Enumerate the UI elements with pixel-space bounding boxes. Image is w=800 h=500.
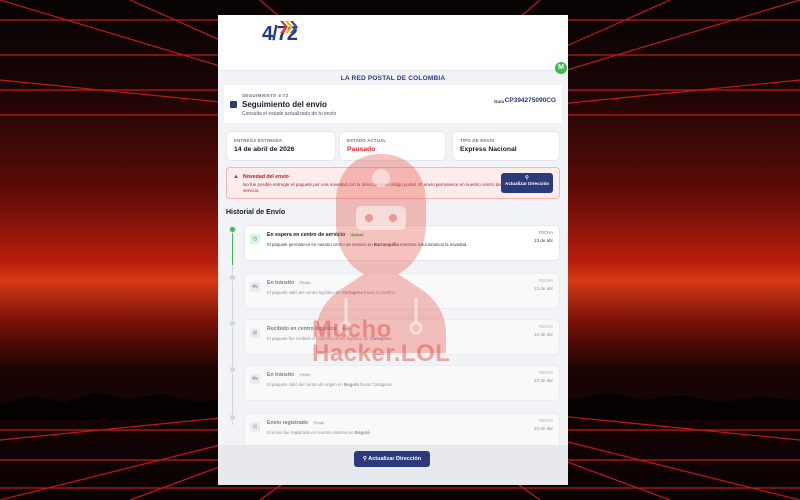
event-description: El paquete permanece en nuestro centro d… <box>267 242 467 247</box>
stat-label: ESTADO ACTUAL <box>347 138 387 143</box>
watermark-text: Mucho Hacker.LOL <box>312 318 450 366</box>
event-description: El paquete salió del centro de origen en… <box>267 382 393 387</box>
watermark-line: Mucho <box>312 316 392 343</box>
event-text: . <box>369 430 371 435</box>
guia-label: Guía <box>493 99 504 104</box>
event-text: mientras solucionamos la novedad. <box>398 242 468 247</box>
document-icon: ▤ <box>250 422 260 432</box>
event-title-text: En tránsito <box>267 372 295 378</box>
stat-label: TIPO DE ENVÍO <box>460 138 495 143</box>
guia-number[interactable]: CP394275090CO <box>505 97 556 104</box>
event-text: hacia su destino. <box>362 290 397 295</box>
package-icon <box>230 101 237 108</box>
event-title-text: En espera en centro de servicio <box>267 232 346 238</box>
timeline-dot <box>229 274 236 281</box>
event-date-label: FECHA <box>538 278 553 283</box>
tracking-page: 4/72 M LA RED POSTAL DE COLOMBIA SEGUIMI… <box>218 15 568 485</box>
logo-arrows-icon <box>280 21 298 33</box>
stat-card-estimated-delivery: ENTREGA ESTIMADA 14 de abril de 2026 <box>226 131 336 161</box>
event-text: El paquete salió del centro logístico de <box>267 290 342 295</box>
event-text: hacia Cartagena. <box>358 382 393 387</box>
event-date-label: FECHA <box>538 418 553 423</box>
event-text: El envío fue registrado en nuestro siste… <box>267 430 355 435</box>
alert-text: No fue posible entregar el paquete por u… <box>243 182 501 193</box>
page-title: Seguimiento del envío <box>242 100 327 109</box>
extension-badge-label: M <box>558 64 564 71</box>
status-value: Pausado <box>347 146 376 153</box>
stat-value: 14 de abril de 2026 <box>234 146 295 153</box>
event-place: Bogotá <box>343 382 359 387</box>
tracking-header-card: SEGUIMIENTO 4-72 Seguimiento del envío C… <box>224 85 562 123</box>
truck-icon: ⛟ <box>250 374 260 384</box>
warehouse-icon: ▦ <box>250 328 260 338</box>
event-place: Bogotá <box>354 430 370 435</box>
timeline-event[interactable]: ▤ Envío registrado Pend. El envío fue reg… <box>244 413 560 449</box>
event-date-label: FECHA <box>538 230 553 235</box>
event-title: En espera en centro de servicio Actual <box>267 232 365 238</box>
event-badge: Actual <box>349 233 365 237</box>
event-text: El paquete salió del centro de origen en <box>267 382 344 387</box>
page-subtitle: Consulta el estado actualizado de tu env… <box>242 111 337 117</box>
event-title-text: En tránsito <box>267 280 295 286</box>
event-description: El envío fue registrado en nuestro siste… <box>267 430 371 435</box>
update-address-button[interactable]: ⚲ Actualizar Dirección <box>354 451 430 467</box>
event-badge: Pend. <box>311 421 327 425</box>
update-address-button-alert[interactable]: ⚲ Actualizar Dirección <box>501 173 553 193</box>
event-title: En tránsito Pend. <box>267 372 313 378</box>
timeline-dot <box>229 414 236 421</box>
alert-title: Novedad del envío <box>243 174 289 180</box>
timeline-event[interactable]: ◷ En espera en centro de servicio Actual … <box>244 225 560 261</box>
timeline-dot <box>229 320 236 327</box>
stat-value: Express Nacional <box>460 146 517 153</box>
event-title-text: Envío registrado <box>267 420 308 426</box>
stat-label: ENTREGA ESTIMADA <box>234 138 283 143</box>
timeline-line-active <box>232 230 233 265</box>
watermark-line: Hacker.LOL <box>312 340 451 367</box>
event-date: 12 de abr <box>533 332 553 337</box>
event-date: 13 de abr <box>533 238 553 243</box>
button-label: Actualizar Dirección <box>504 181 550 186</box>
event-title: Envío registrado Pend. <box>267 420 327 426</box>
clock-icon: ◷ <box>250 234 260 244</box>
site-header: 4/72 <box>218 15 568 71</box>
warning-icon: ▲ <box>233 174 239 180</box>
timeline-dot-active <box>229 226 236 233</box>
timeline-event[interactable]: ⛟ En tránsito Pend. El paquete salió del … <box>244 365 560 401</box>
timeline-event[interactable]: ⛟ En tránsito Pend. El paquete salió del … <box>244 273 560 309</box>
event-text: El paquete permanece en nuestro centro d… <box>267 242 374 247</box>
timeline-dot <box>229 366 236 373</box>
event-place: Cartagena <box>341 290 363 295</box>
event-description: El paquete salió del centro logístico de… <box>267 290 396 295</box>
event-date-label: FECHA <box>538 370 553 375</box>
truck-icon: ⛟ <box>250 282 260 292</box>
delivery-issue-alert: ▲ Novedad del envío No fue posible entre… <box>226 167 560 199</box>
event-title: En tránsito Pend. <box>267 280 313 286</box>
event-place: Barranquilla <box>373 242 399 247</box>
stat-card-shipping-type: TIPO DE ENVÍO Express Nacional <box>452 131 560 161</box>
tracking-kicker: SEGUIMIENTO 4-72 <box>242 93 289 98</box>
brand-tagline: LA RED POSTAL DE COLOMBIA <box>340 75 446 82</box>
event-date-label: FECHA <box>538 324 553 329</box>
button-label: Actualizar Dirección <box>368 456 422 462</box>
event-badge: Pend. <box>298 281 313 285</box>
event-date: 10 de abr <box>533 426 553 431</box>
extension-badge-icon[interactable]: M <box>555 62 567 74</box>
history-title: Historial de Envío <box>226 209 286 216</box>
event-date: 12 de abr <box>533 378 553 383</box>
stat-card-current-status: ESTADO ACTUAL Pausado <box>339 131 446 161</box>
event-badge: Pend. <box>298 373 313 377</box>
event-date: 13 de abr <box>533 286 553 291</box>
